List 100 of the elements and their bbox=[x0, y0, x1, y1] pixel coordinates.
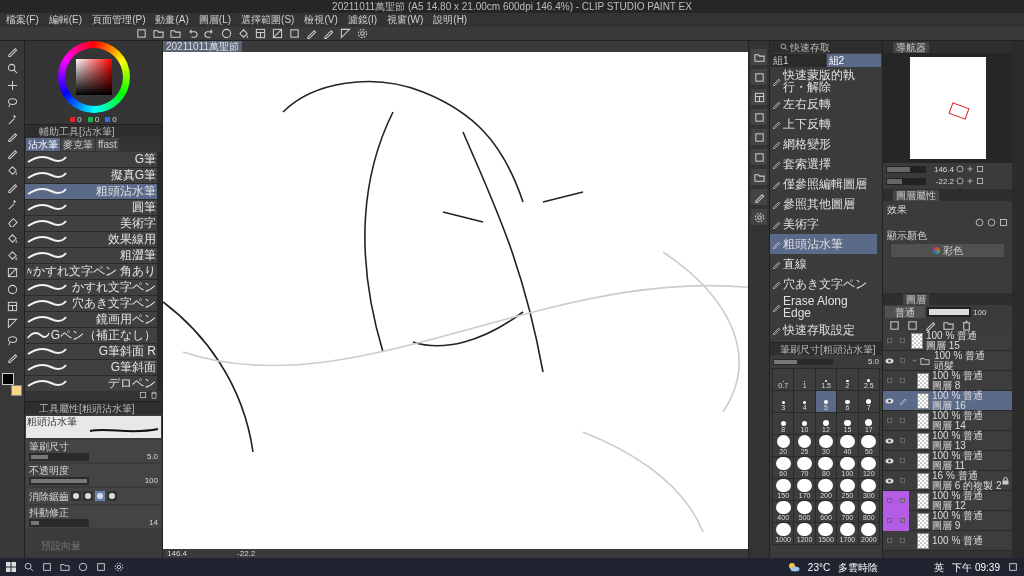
trash-icon bbox=[961, 319, 972, 331]
slider-track[interactable] bbox=[886, 177, 926, 185]
foreground-color-swatch[interactable] bbox=[2, 373, 14, 385]
sub-tool-item[interactable]: G筆斜面 bbox=[25, 360, 157, 375]
menu-item[interactable]: 圖層(L) bbox=[198, 14, 232, 26]
menu-item[interactable]: 檢視(V) bbox=[304, 14, 338, 26]
sub-tool-group-tab[interactable]: 麥克筆 bbox=[61, 138, 95, 151]
quick-access-item[interactable]: 穴あき文字ペン bbox=[770, 274, 877, 294]
menu-item[interactable]: 選擇範圍(S) bbox=[241, 14, 295, 26]
quick-access-item[interactable]: 直線 bbox=[770, 254, 877, 274]
layer-tool-button[interactable] bbox=[905, 318, 920, 332]
quick-access-item[interactable]: 參照其他圖層 bbox=[770, 194, 877, 214]
panel-toggle-button[interactable] bbox=[751, 189, 767, 205]
toolbar-button[interactable] bbox=[338, 27, 353, 40]
property-label: 不透明度 bbox=[29, 465, 70, 476]
toolbar-button[interactable] bbox=[253, 27, 268, 40]
slider-track[interactable] bbox=[29, 452, 89, 461]
blend-mode-dropdown[interactable]: 普通 bbox=[885, 306, 925, 318]
clock[interactable]: 下午 09:39 bbox=[952, 561, 1000, 573]
sub-tool-item[interactable]: かすれ文字ペン bbox=[25, 280, 157, 295]
panel-toggle-button[interactable] bbox=[751, 169, 767, 185]
sub-tool-item[interactable]: 圓筆 bbox=[25, 200, 157, 215]
input-method[interactable]: 英 bbox=[934, 561, 945, 573]
layer-row[interactable]: 100 % 普通 圖層 16 bbox=[883, 391, 1012, 411]
menu-item[interactable]: 說明(H) bbox=[433, 14, 468, 26]
toolbar-button[interactable] bbox=[304, 27, 319, 40]
gear-icon bbox=[357, 28, 368, 39]
quick-access-item[interactable]: 上下反轉 bbox=[770, 114, 877, 134]
start-icon[interactable] bbox=[6, 562, 16, 572]
panel-toggle-button[interactable] bbox=[751, 69, 767, 85]
quick-access-item[interactable]: 快速蒙版的執行・解除 bbox=[770, 68, 877, 94]
panel-toggle-button[interactable] bbox=[751, 149, 767, 165]
sub-tool-item[interactable]: G筆斜面 R bbox=[25, 344, 157, 359]
toolbar-button[interactable] bbox=[321, 27, 336, 40]
fill-icon bbox=[6, 165, 18, 176]
sub-tool-item[interactable]: 鏡画用ペン bbox=[25, 312, 157, 327]
quick-access-item[interactable]: 美術字 bbox=[770, 214, 877, 234]
toolbar-button[interactable] bbox=[134, 27, 149, 40]
display-color-dropdown[interactable]: 彩色 bbox=[891, 244, 1004, 257]
panel-toggle-button[interactable] bbox=[751, 49, 767, 65]
toolbar-button[interactable] bbox=[270, 27, 285, 40]
menu-item[interactable]: 頁面管理(P) bbox=[92, 14, 146, 26]
panel-toggle-button[interactable] bbox=[751, 89, 767, 105]
quick-access-item[interactable]: 僅參照編輯圖層 bbox=[770, 174, 877, 194]
layer-tab[interactable]: 圖層 bbox=[903, 294, 929, 305]
set-tab[interactable]: 組1 bbox=[771, 54, 826, 67]
layer-row[interactable]: 100 % 普通 圖層 8 bbox=[883, 371, 1012, 391]
layer-property-tab[interactable]: 圖層屬性 bbox=[893, 190, 939, 201]
navigator-tab[interactable]: 導航器 bbox=[893, 42, 929, 53]
antialias-option[interactable] bbox=[71, 491, 81, 501]
menu-item[interactable]: 動畫(A) bbox=[155, 14, 189, 26]
menu-item[interactable]: 視窗(W) bbox=[387, 14, 424, 26]
sub-tool-item[interactable]: Gペン（補正なし） bbox=[25, 328, 157, 343]
toolbar-button[interactable] bbox=[236, 27, 251, 40]
layer-row[interactable]: 100 % 普通 頭髮 bbox=[883, 351, 1012, 371]
sub-tool-item[interactable]: 粗頭沾水筆 bbox=[25, 184, 157, 199]
menu-item[interactable]: 檔案(F) bbox=[6, 14, 39, 26]
quick-access-item[interactable]: 粗頭沾水筆 bbox=[770, 234, 877, 254]
toolbar-button[interactable] bbox=[151, 27, 166, 40]
quick-access-item[interactable]: 網格變形 bbox=[770, 134, 877, 154]
document-tab[interactable]: 20211011萬聖節 bbox=[163, 41, 242, 52]
antialias-option[interactable] bbox=[107, 491, 117, 501]
sub-tool-group-tab[interactable]: 沾水筆 bbox=[26, 138, 60, 151]
layer-row[interactable]: 100 % 普通 圖層 12 bbox=[883, 491, 1012, 511]
toolbar-button[interactable] bbox=[168, 27, 183, 40]
panel-toggle-button[interactable] bbox=[751, 129, 767, 145]
expand-caret[interactable] bbox=[911, 357, 919, 364]
toolbar-button[interactable] bbox=[355, 27, 370, 40]
plus-icon bbox=[966, 177, 974, 185]
folder-icon bbox=[753, 51, 765, 63]
menu-item[interactable]: 濾鏡(I) bbox=[347, 14, 378, 26]
slider-track[interactable] bbox=[886, 165, 926, 173]
quick-access-item[interactable]: Erase Along Edge bbox=[770, 294, 877, 320]
panel-toggle-button[interactable] bbox=[751, 109, 767, 125]
background-color-swatch[interactable] bbox=[11, 385, 22, 396]
sub-tool-item[interactable]: デロペン bbox=[25, 376, 157, 391]
sub-tool-item[interactable]: 擬真G筆 bbox=[25, 168, 157, 183]
quick-access-item[interactable]: 快速存取設定 bbox=[770, 320, 877, 340]
frame-icon bbox=[6, 301, 18, 312]
antialias-option[interactable] bbox=[83, 491, 93, 501]
quick-access-item[interactable]: 套索選擇 bbox=[770, 154, 877, 174]
panel-toggle-button[interactable] bbox=[751, 209, 767, 225]
set-tab[interactable]: 組2 bbox=[826, 54, 881, 67]
toolbar-button[interactable] bbox=[287, 27, 302, 40]
sub-tool-item[interactable]: G筆 bbox=[25, 152, 157, 167]
slider-track[interactable] bbox=[773, 358, 833, 365]
layer-tool-button[interactable] bbox=[887, 318, 902, 332]
menu-item[interactable]: 編輯(E) bbox=[48, 14, 83, 26]
sub-tool-item[interactable]: かすれ文字ペン 角あり bbox=[25, 264, 157, 279]
toolbar-button[interactable] bbox=[219, 27, 234, 40]
sub-tool-item[interactable]: 效果線用 bbox=[25, 232, 157, 247]
layer-row[interactable]: 100 % 普通 bbox=[883, 531, 1012, 551]
slider-track[interactable] bbox=[29, 518, 89, 527]
sub-tool-item[interactable]: 粗澀筆 bbox=[25, 248, 157, 263]
eye-icon bbox=[885, 397, 894, 404]
circle-icon bbox=[987, 218, 996, 227]
sub-tool-group-tab[interactable]: ffast bbox=[96, 138, 119, 151]
quick-access-item[interactable]: 左右反轉 bbox=[770, 94, 877, 114]
sub-tool-item[interactable]: 美術字 bbox=[25, 216, 157, 231]
sub-tool-item[interactable]: 穴あき文字ペン bbox=[25, 296, 157, 311]
